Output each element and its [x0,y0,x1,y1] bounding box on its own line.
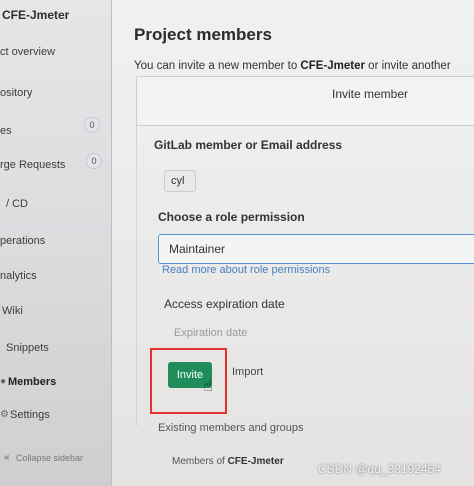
invite-highlight-box [150,348,227,414]
sidebar: CFE-Jmeter ct overview ository es 0 rge … [0,0,112,486]
existing-members-heading: Existing members and groups [158,422,304,434]
subtitle-project-name: CFE-Jmeter [300,60,365,72]
sidebar-item-wiki[interactable]: Wiki [2,305,23,317]
members-of-prefix: Members of [172,456,228,467]
sidebar-item-members[interactable]: Members [8,376,56,388]
role-select[interactable]: Maintainer [158,234,474,264]
expiration-date-input[interactable]: Expiration date [164,327,334,347]
hand-cursor-icon: ☝ [203,378,213,395]
sidebar-project-name[interactable]: CFE-Jmeter [2,8,69,22]
members-of-project: CFE-Jmeter [227,456,284,467]
issues-count-badge: 0 [84,117,100,133]
sidebar-item-merge-requests[interactable]: rge Requests [0,159,65,171]
subtitle-prefix: You can invite a new member to [134,60,301,72]
sidebar-item-project-overview[interactable]: ct overview [0,46,55,58]
page-subtitle: You can invite a new member to CFE-Jmete… [134,60,451,72]
sidebar-item-ci-cd[interactable]: / CD [6,198,28,210]
collapse-icon: « [4,452,10,463]
subtitle-suffix: or invite another [364,60,451,72]
role-permissions-link[interactable]: Read more about role permissions [162,264,330,276]
sidebar-item-settings[interactable]: Settings [10,409,50,421]
sidebar-item-repository[interactable]: ository [0,87,32,99]
merge-requests-count-badge: 0 [86,153,102,169]
watermark: CSDN @qq_33192454 [318,462,441,476]
member-field-label: GitLab member or Email address [154,138,343,152]
sidebar-item-operations[interactable]: perations [0,235,45,247]
members-icon: ● [0,376,7,387]
sidebar-item-issues[interactable]: es [0,125,12,137]
invite-member-tab[interactable]: Invite member [332,87,408,101]
import-link[interactable]: Import [232,366,263,378]
members-of-label: Members of CFE-Jmeter [172,456,284,467]
invite-member-tab-card: Invite member [136,76,474,126]
role-field-label: Choose a role permission [158,210,305,224]
gear-icon: ⚙ [0,409,9,420]
member-token[interactable]: cyl [164,170,196,192]
sidebar-item-analytics[interactable]: nalytics [0,270,37,282]
page-title: Project members [134,25,272,44]
collapse-sidebar-button[interactable]: Collapse sidebar [16,453,83,463]
sidebar-item-snippets[interactable]: Snippets [6,342,49,354]
expiration-field-label: Access expiration date [164,297,285,311]
